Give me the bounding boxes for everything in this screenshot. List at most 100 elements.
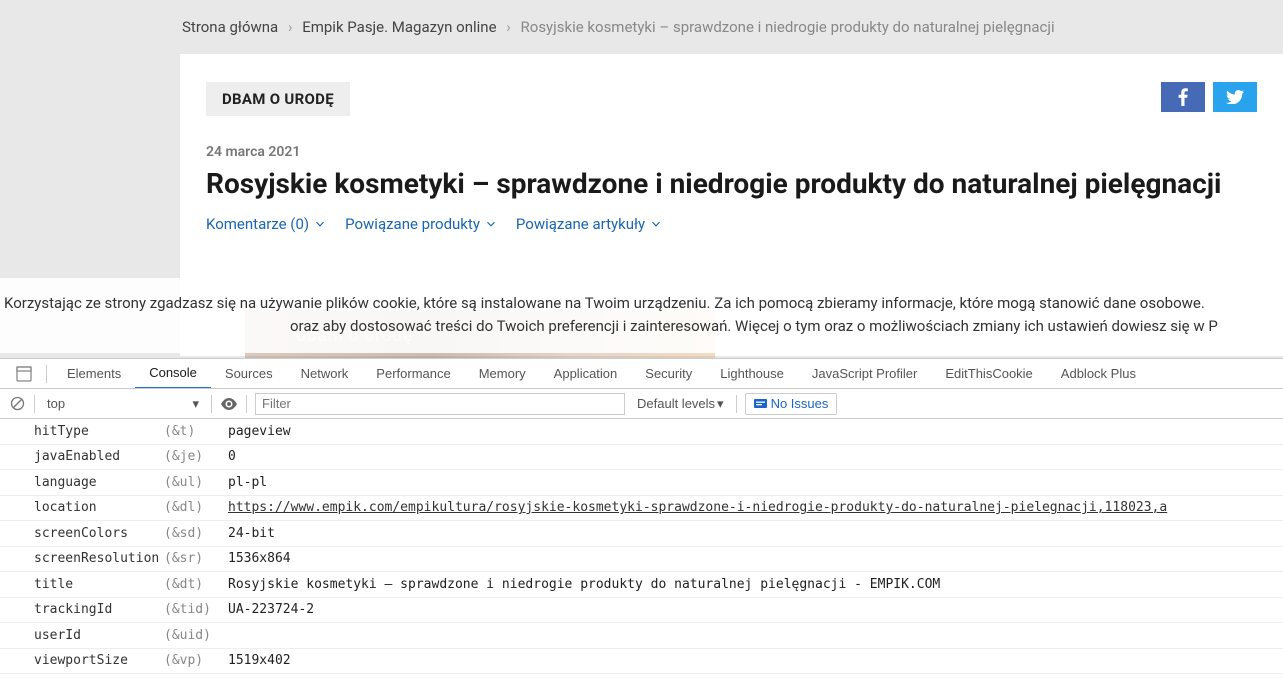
console-row: language(&ul)pl-pl <box>0 470 1283 496</box>
chevron-down-icon <box>313 217 327 231</box>
console-row-value: 0 <box>228 449 1283 464</box>
toolbar-divider <box>246 395 247 413</box>
related-products-label: Powiązane produkty <box>345 215 480 233</box>
console-row-name: language <box>0 475 164 490</box>
cookie-text-line-1: Korzystając ze strony zgadzasz się na uż… <box>0 292 1283 315</box>
article-date: 24 marca 2021 <box>206 144 1257 160</box>
console-row: userId(&uid) <box>0 623 1283 649</box>
console-row-param: (&uid) <box>164 628 228 643</box>
chevron-down-icon <box>484 217 498 231</box>
devtools-tab-application[interactable]: Application <box>540 359 632 389</box>
console-row-name: location <box>0 500 164 515</box>
execution-context-select[interactable]: top ▾ <box>43 396 203 412</box>
inspect-element-icon[interactable] <box>8 366 40 382</box>
console-row-value: pl-pl <box>228 475 1283 490</box>
console-row: screenResolution(&sr)1536x864 <box>0 547 1283 573</box>
log-levels-label: Default levels <box>637 396 715 411</box>
dropdown-triangle-icon: ▾ <box>192 396 199 412</box>
breadcrumb-magazine[interactable]: Empik Pasje. Magazyn online <box>302 18 496 36</box>
console-row-param: (&sd) <box>164 526 228 541</box>
console-row-name: userId <box>0 628 164 643</box>
breadcrumb-sep: › <box>288 18 293 36</box>
devtools-tab-lighthouse[interactable]: Lighthouse <box>706 359 798 389</box>
console-row: trackingId(&tid)UA-223724-2 <box>0 598 1283 624</box>
share-facebook-button[interactable] <box>1161 82 1205 112</box>
breadcrumb-sep: › <box>506 18 511 36</box>
console-row-param: (&ul) <box>164 475 228 490</box>
devtools-tab-performance[interactable]: Performance <box>362 359 464 389</box>
console-row-value[interactable]: https://www.empik.com/empikultura/rosyjs… <box>228 500 1283 515</box>
devtools-tab-javascript-profiler[interactable]: JavaScript Profiler <box>798 359 931 389</box>
article-links: Komentarze (0) Powiązane produkty Powiąz… <box>206 215 1257 233</box>
cookie-text-line-2: oraz aby dostosować treści do Twoich pre… <box>0 315 1283 338</box>
log-levels-select[interactable]: Default levels ▾ <box>633 396 728 412</box>
console-row-value: Rosyjskie kosmetyki – sprawdzone i niedr… <box>228 577 1283 592</box>
console-row-name: title <box>0 577 164 592</box>
console-row: screenColors(&sd)24-bit <box>0 521 1283 547</box>
related-products-link[interactable]: Powiązane produkty <box>345 215 498 233</box>
console-row-name: screenResolution <box>0 551 164 566</box>
related-articles-link[interactable]: Powiązane artykuły <box>516 215 663 233</box>
console-row: location(&dl)https://www.empik.com/empik… <box>0 496 1283 522</box>
share-twitter-button[interactable] <box>1213 82 1257 112</box>
console-toolbar: top ▾ Default levels ▾ No Issues <box>0 389 1283 419</box>
category-tag[interactable]: DBAM O URODĘ <box>206 82 350 116</box>
console-row-param: (&dt) <box>164 577 228 592</box>
devtools-tab-console[interactable]: Console <box>135 359 211 389</box>
issues-badge[interactable]: No Issues <box>745 393 838 415</box>
console-row-value: 24-bit <box>228 526 1283 541</box>
console-row-value: pageview <box>228 424 1283 439</box>
issues-icon <box>754 397 767 410</box>
console-row-param: (&dl) <box>164 500 228 515</box>
console-row-param: (&sr) <box>164 551 228 566</box>
issues-label: No Issues <box>771 396 829 411</box>
comments-link[interactable]: Komentarze (0) <box>206 215 327 233</box>
console-row-name: javaEnabled <box>0 449 164 464</box>
tab-divider <box>46 365 47 383</box>
cookie-consent-banner: Korzystając ze strony zgadzasz się na uż… <box>0 278 1283 353</box>
toolbar-divider <box>736 395 737 413</box>
devtools-tab-network[interactable]: Network <box>287 359 363 389</box>
page-content: Strona główna › Empik Pasje. Magazyn onl… <box>0 0 1283 358</box>
console-row-value: 1519x402 <box>228 653 1283 668</box>
console-row-param: (&vp) <box>164 653 228 668</box>
console-row-name: screenColors <box>0 526 164 541</box>
social-share-row <box>1161 82 1257 112</box>
devtools-tab-elements[interactable]: Elements <box>53 359 135 389</box>
devtools-tab-sources[interactable]: Sources <box>211 359 287 389</box>
console-row-param: (&je) <box>164 449 228 464</box>
console-row-value: 1536x864 <box>228 551 1283 566</box>
breadcrumb-home[interactable]: Strona główna <box>182 18 278 36</box>
devtools-panel: ElementsConsoleSourcesNetworkPerformance… <box>0 358 1283 678</box>
console-row-param: (&t) <box>164 424 228 439</box>
console-row-value: UA-223724-2 <box>228 602 1283 617</box>
breadcrumb: Strona główna › Empik Pasje. Magazyn onl… <box>0 0 1283 54</box>
console-row: javaEnabled(&je)0 <box>0 445 1283 471</box>
console-row-param: (&tid) <box>164 602 228 617</box>
devtools-tab-security[interactable]: Security <box>631 359 706 389</box>
devtools-tab-memory[interactable]: Memory <box>465 359 540 389</box>
clear-console-icon[interactable] <box>8 395 26 413</box>
breadcrumb-current: Rosyjskie kosmetyki – sprawdzone i niedr… <box>521 18 1055 36</box>
comments-label: Komentarze (0) <box>206 215 309 233</box>
console-row: hitType(&t)pageview <box>0 419 1283 445</box>
chevron-down-icon <box>649 217 663 231</box>
dropdown-triangle-icon: ▾ <box>717 396 724 412</box>
console-row-name: hitType <box>0 424 164 439</box>
devtools-tab-editthiscookie[interactable]: EditThisCookie <box>931 359 1046 389</box>
console-row-name: viewportSize <box>0 653 164 668</box>
devtools-tabbar: ElementsConsoleSourcesNetworkPerformance… <box>0 359 1283 389</box>
toolbar-divider <box>34 395 35 413</box>
console-row: title(&dt)Rosyjskie kosmetyki – sprawdzo… <box>0 572 1283 598</box>
console-filter-input[interactable] <box>255 393 625 415</box>
execution-context-label: top <box>47 396 65 411</box>
related-articles-label: Powiązane artykuły <box>516 215 645 233</box>
console-row: viewportSize(&vp)1519x402 <box>0 649 1283 675</box>
devtools-tab-adblock-plus[interactable]: Adblock Plus <box>1047 359 1150 389</box>
live-expression-icon[interactable] <box>220 398 238 410</box>
twitter-icon <box>1226 90 1244 104</box>
article-title: Rosyjskie kosmetyki – sprawdzone i niedr… <box>206 166 1257 201</box>
toolbar-divider <box>211 395 212 413</box>
facebook-icon <box>1178 88 1188 106</box>
console-row-name: trackingId <box>0 602 164 617</box>
